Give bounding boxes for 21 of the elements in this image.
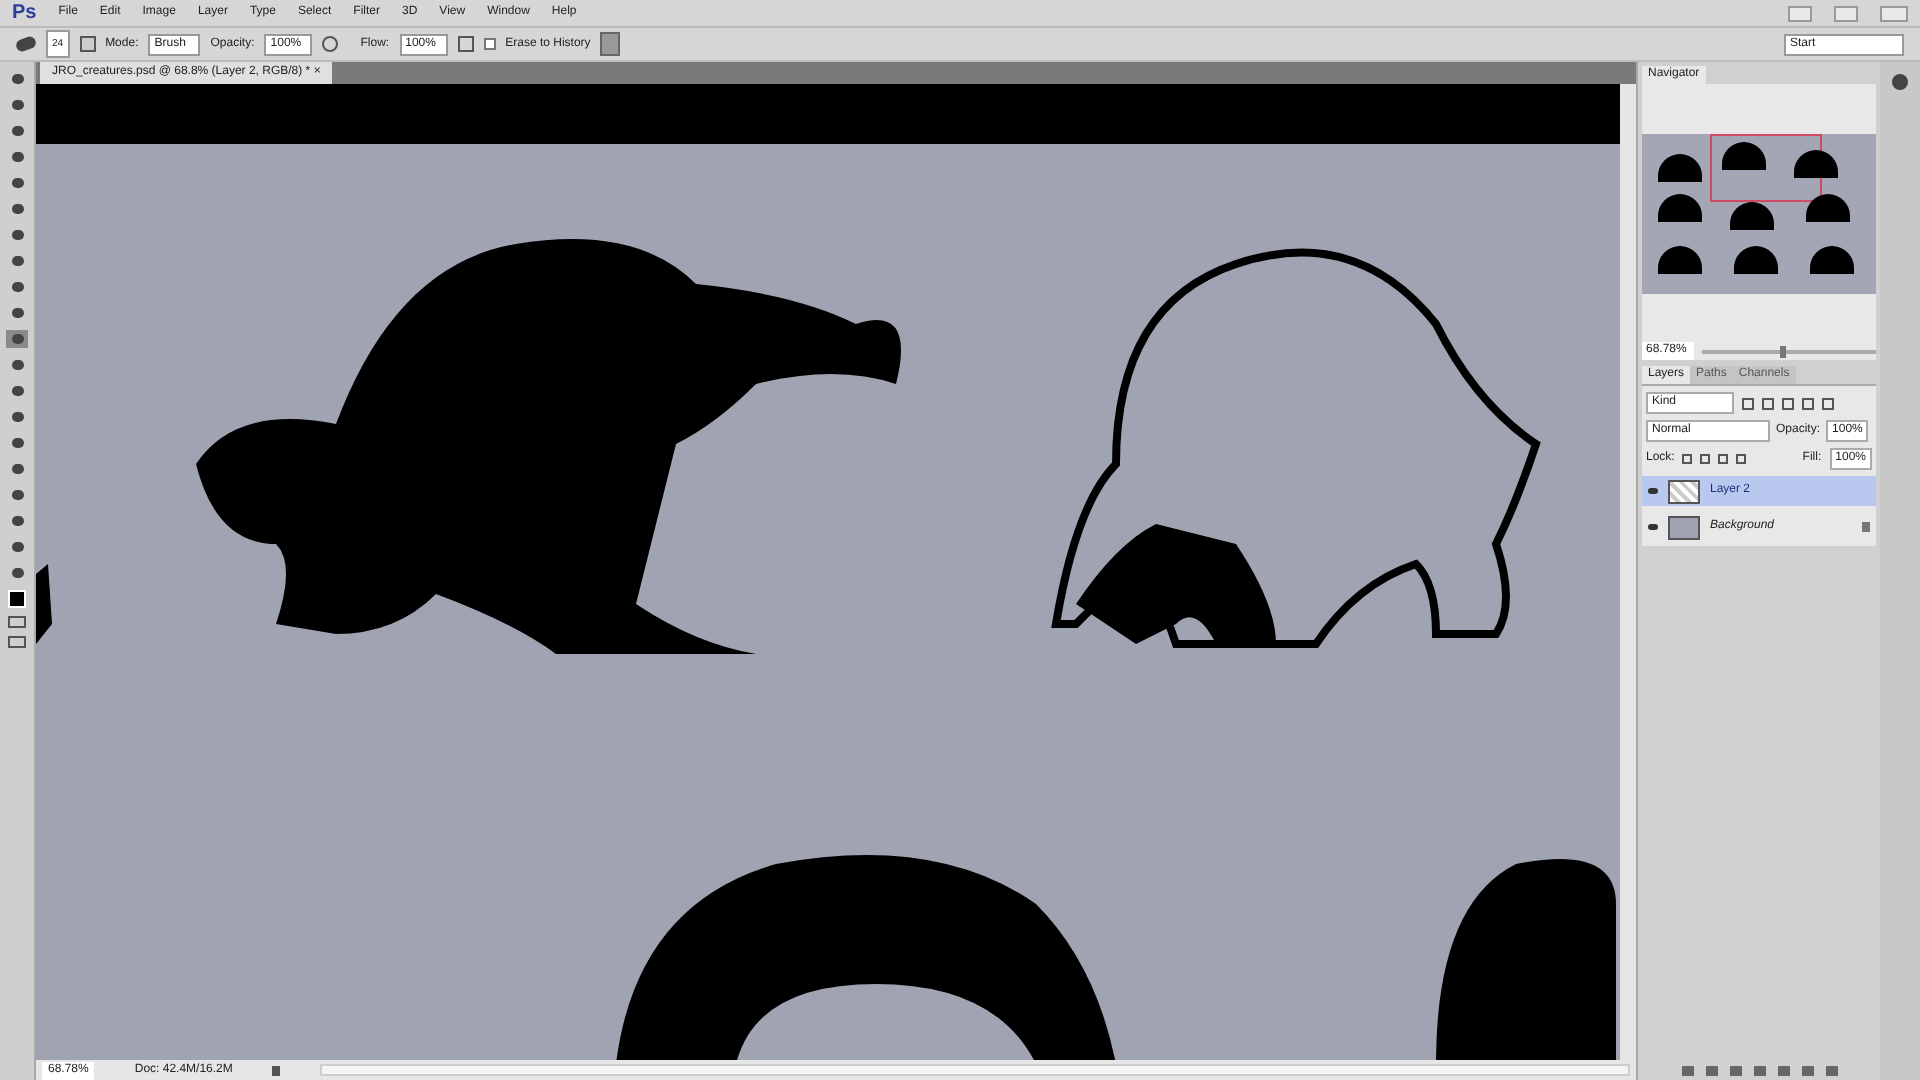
- tool-button[interactable]: [6, 330, 28, 348]
- screen-mode-icon[interactable]: [8, 636, 26, 648]
- thumbnail-creature: [1658, 154, 1702, 182]
- thumbnail-creature: [1806, 194, 1850, 222]
- panel-dock-icon[interactable]: [1892, 74, 1908, 90]
- thumbnail-creature: [1810, 246, 1854, 274]
- foreground-color-swatch[interactable]: [8, 590, 26, 608]
- thumbnail-creature: [1722, 142, 1766, 170]
- app-logo: Ps: [12, 0, 37, 28]
- horizontal-scrollbar[interactable]: [320, 1064, 1630, 1076]
- brush-panel-icon[interactable]: [79, 36, 96, 52]
- eye-icon[interactable]: [1648, 488, 1658, 494]
- thumbnail-creature: [1658, 246, 1702, 274]
- thumbnail-creature: [1734, 246, 1778, 274]
- quick-mask-icon[interactable]: [8, 616, 26, 628]
- thumbnail-creature: [1730, 202, 1774, 230]
- erase-to-history-checkbox[interactable]: [483, 38, 496, 50]
- vertical-scrollbar[interactable]: [1620, 84, 1636, 1060]
- thumbnail-creature: [1658, 194, 1702, 222]
- eye-icon[interactable]: [1648, 524, 1658, 530]
- thumbnail-creature: [1794, 150, 1838, 178]
